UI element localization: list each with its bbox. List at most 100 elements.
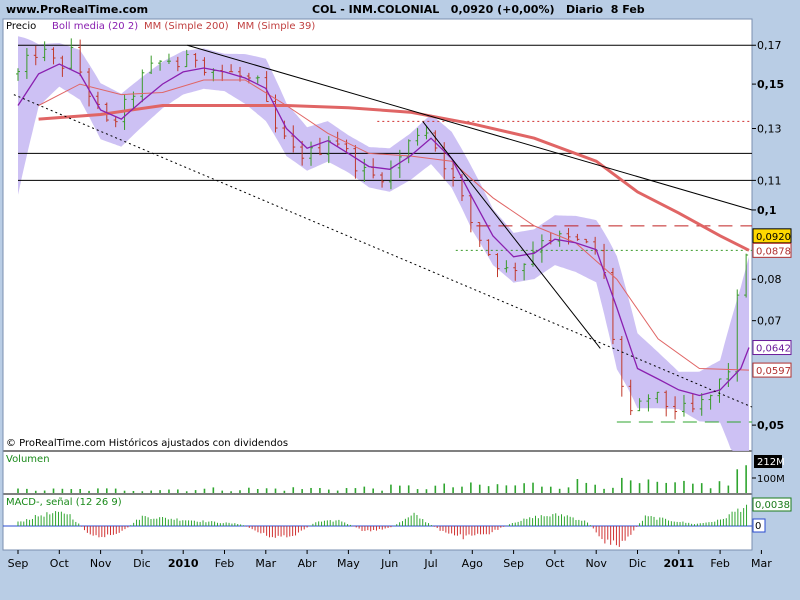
volume-bar: [212, 487, 215, 493]
time-tick-label: 2011: [663, 557, 694, 570]
price-tick-label: 0,13: [757, 123, 782, 136]
volume-bar: [185, 491, 188, 493]
volume-bar: [434, 485, 437, 493]
volume-bar: [150, 490, 152, 493]
price-tag-text: 0,0920: [756, 232, 791, 243]
volume-label: Volumen: [6, 454, 50, 465]
time-tick-label: Jun: [380, 557, 398, 570]
volume-bar: [629, 480, 632, 493]
time-tick-label: Sep: [503, 557, 524, 570]
volume-bar: [301, 489, 303, 493]
volume-bar: [505, 485, 508, 493]
volume-bar: [363, 486, 366, 493]
time-tick-label: Feb: [215, 557, 234, 570]
volume-bar: [194, 490, 197, 493]
volume-bar: [88, 490, 90, 493]
volume-bar: [114, 488, 117, 493]
volume-tag-text: 212M: [757, 457, 785, 468]
time-tick-label: Jul: [423, 557, 437, 570]
volume-bar: [70, 489, 73, 493]
volume-bar: [390, 484, 392, 493]
macd-tag-text: 0,0038: [755, 500, 790, 511]
volume-bar: [168, 489, 170, 493]
volume-bar: [621, 477, 623, 493]
time-axis: Sep Oct Nov Dic 2010 Feb Mar Abr May Jun Jul Ago Sep…: [8, 550, 772, 570]
volume-bar: [700, 483, 703, 493]
volume-bar: [336, 490, 339, 493]
volume-bar: [745, 465, 747, 493]
volume-bar: [319, 488, 321, 493]
legend-ma39: MM (Simple 39): [237, 21, 315, 32]
volume-bar: [239, 490, 241, 493]
time-tick-label: Feb: [710, 557, 729, 570]
volume-bar: [141, 491, 144, 493]
volume-bar: [692, 483, 694, 493]
volume-bar: [354, 488, 357, 493]
time-tick-label: Mar: [751, 557, 772, 570]
volume-bar: [345, 488, 348, 493]
volume-bar: [17, 488, 19, 493]
volume-bar: [585, 482, 588, 493]
volume-bar: [727, 485, 730, 493]
volume-bar: [567, 487, 570, 493]
volume-bar: [549, 486, 552, 493]
price-tick-label: 0,05: [757, 419, 784, 432]
price-tags: 0,0920 0,0878 0,0642 0,0597: [752, 228, 792, 378]
volume-bar: [683, 480, 685, 493]
volume-bar: [221, 490, 224, 493]
volume-bar: [452, 487, 454, 493]
volume-bar: [381, 490, 383, 493]
volume-bar: [256, 489, 259, 493]
volume-bar: [514, 485, 517, 493]
volume-bar: [61, 488, 64, 493]
volume-bar: [372, 488, 374, 493]
price-tag-text: 0,0642: [756, 344, 791, 355]
time-tick-label: 2010: [168, 557, 199, 570]
time-tick-label: Sep: [8, 557, 29, 570]
volume-bar: [52, 488, 55, 493]
macd-label: MACD-, señal (12 26 9): [6, 497, 122, 508]
volume-bar: [603, 488, 605, 493]
volume-bar: [310, 487, 312, 493]
volume-bar: [43, 490, 46, 493]
volume-bar: [177, 489, 179, 493]
volume-bar: [203, 488, 206, 493]
volume-bar: [292, 487, 295, 493]
volume-bar: [79, 488, 81, 493]
volume-bar: [97, 488, 99, 493]
volume-bar: [541, 486, 543, 493]
volume-bar: [656, 481, 659, 493]
volume-bar: [123, 490, 126, 493]
volume-bar: [132, 490, 135, 493]
volume-bar: [416, 489, 419, 493]
macd-tags: 0,0038 0: [752, 497, 792, 533]
volume-bar: [26, 488, 28, 493]
volume-bar: [523, 483, 525, 493]
volume-bar: [283, 490, 286, 493]
volume-bar: [532, 482, 534, 493]
volume-bar: [496, 484, 499, 493]
volume-bar: [576, 479, 579, 493]
time-tick-label: Abr: [298, 557, 318, 570]
volume-tags: 212M 100M: [754, 455, 785, 485]
price-tick-label: 0,11: [757, 174, 782, 187]
volume-bar: [594, 484, 596, 493]
volume-bar: [159, 490, 161, 493]
time-tick-label: Ago: [462, 557, 484, 570]
volume-scale-text: 100M: [757, 474, 785, 485]
stock-chart[interactable]: Precio Boll media (20 2) MM (Simple 200)…: [0, 0, 800, 600]
volume-bar: [265, 488, 268, 493]
volume-bar: [248, 487, 250, 493]
volume-bar: [274, 488, 277, 493]
volume-bar: [718, 481, 721, 493]
price-tick-label: 0,17: [757, 39, 782, 52]
price-footer: © ProRealTime.com Históricos ajustados c…: [6, 437, 288, 449]
volume-bar: [638, 483, 641, 493]
macd-zero-text: 0: [755, 521, 761, 532]
volume-bar: [230, 491, 232, 493]
volume-bar: [470, 482, 472, 493]
volume-bar: [478, 484, 481, 493]
volume-bar: [461, 486, 463, 493]
volume-bar: [105, 488, 108, 493]
price-tag-text: 0,0597: [756, 366, 791, 377]
